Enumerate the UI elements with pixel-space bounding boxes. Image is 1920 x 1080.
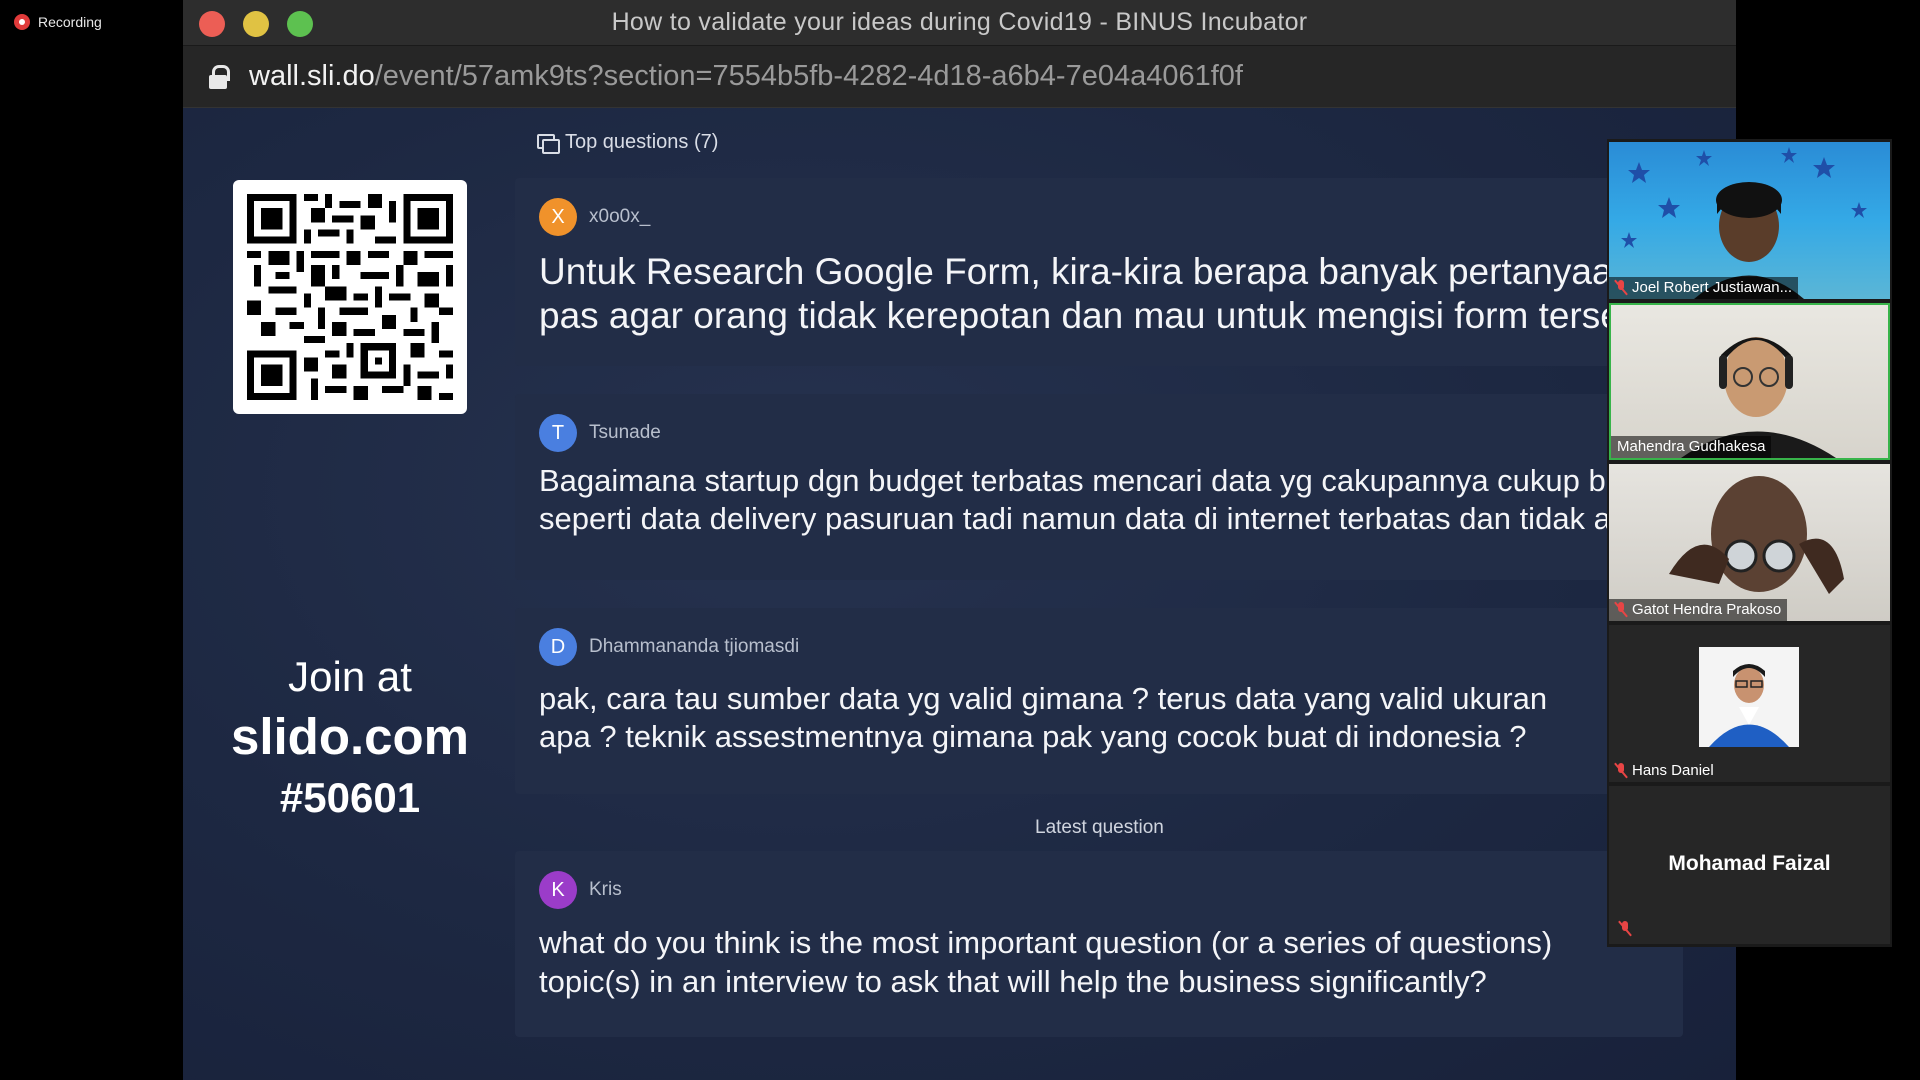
event-code: #50601 <box>279 774 421 821</box>
participant-name-label: Mahendra Gudhakesa <box>1611 436 1772 458</box>
question-line: what do you think is the most important … <box>539 925 1553 960</box>
question-card: X x0o0x_ Untuk Research Google Form, kir… <box>515 178 1705 366</box>
slido-wall: Join at slido.com #50601 Top questions (… <box>183 108 1736 1080</box>
question-card: D Dhammananda tjiomasdi pak, cara tau su… <box>515 608 1705 794</box>
mic-muted-icon <box>1615 280 1627 295</box>
latest-question-label: Latest question <box>1035 817 1164 838</box>
participant-panel: Joel Robert Justiawan... Mahendra Gudhak… <box>1607 139 1892 947</box>
question-text: what do you think is the most important … <box>539 923 1552 1001</box>
author-name: Tsunade <box>589 422 661 443</box>
avatar: T <box>539 414 577 452</box>
question-author: K Kris <box>539 871 622 909</box>
question-text: Bagaimana startup dgn budget terbatas me… <box>539 462 1623 538</box>
question-text: pak, cara tau sumber data yg valid giman… <box>539 680 1547 756</box>
maximize-window-button[interactable] <box>287 11 313 37</box>
url-host: wall.sli.do <box>249 60 375 92</box>
participant-name-label: Hans Daniel <box>1609 760 1720 782</box>
mic-muted-icon <box>1615 602 1627 617</box>
video-feed <box>1621 147 1867 299</box>
minimize-window-button[interactable] <box>243 11 269 37</box>
question-line: Untuk Research Google Form, kira-kira be… <box>539 251 1662 292</box>
question-author: T Tsunade <box>539 414 661 452</box>
question-author: D Dhammananda tjiomasdi <box>539 628 799 666</box>
question-author: X x0o0x_ <box>539 198 650 236</box>
latest-question-card: K Kris what do you think is the most imp… <box>515 851 1683 1037</box>
avatar: X <box>539 198 577 236</box>
join-instructions: Join at slido.com #50601 <box>203 653 497 822</box>
url-text[interactable]: wall.sli.do/event/57amk9ts?section=7554b… <box>249 60 1243 93</box>
participant-name: Hans Daniel <box>1632 762 1714 779</box>
participant-video-tile[interactable]: Gatot Hendra Prakoso <box>1609 464 1890 621</box>
participant-name-label: Joel Robert Justiawan... <box>1609 277 1799 299</box>
profile-picture <box>1699 647 1799 747</box>
participant-profile-tile[interactable]: Hans Daniel <box>1609 625 1890 782</box>
author-name: Kris <box>589 879 622 900</box>
top-questions-label: Top questions (7) <box>565 131 719 153</box>
participant-name: Joel Robert Justiawan... <box>1632 279 1793 296</box>
questions-icon <box>537 134 560 154</box>
mic-muted-icon <box>1619 921 1631 936</box>
qr-code <box>233 180 467 414</box>
participant-name-label: Gatot Hendra Prakoso <box>1609 599 1788 621</box>
recording-indicator[interactable]: Recording <box>14 14 102 30</box>
question-line: Bagaimana startup dgn budget terbatas me… <box>539 463 1624 498</box>
participant-video-tile-active-speaker[interactable]: Mahendra Gudhakesa <box>1609 303 1890 460</box>
record-icon <box>14 14 30 30</box>
question-line: pas agar orang tidak kerepotan dan mau u… <box>539 295 1662 336</box>
url-path: /event/57amk9ts?section=7554b5fb-4282-4d… <box>374 60 1243 92</box>
join-site: slido.com <box>230 708 470 765</box>
participant-name-tile[interactable]: Mohamad Faizal <box>1609 786 1890 944</box>
avatar: D <box>539 628 577 666</box>
address-bar[interactable]: wall.sli.do/event/57amk9ts?section=7554b… <box>183 46 1736 108</box>
avatar: K <box>539 871 577 909</box>
recording-label: Recording <box>38 14 102 30</box>
question-line: apa ? teknik assestmentnya gimana pak ya… <box>539 719 1527 754</box>
author-name: Dhammananda tjiomasdi <box>589 636 800 657</box>
video-feed <box>1669 476 1844 594</box>
window-title: How to validate your ideas during Covid1… <box>611 8 1308 36</box>
window-titlebar: How to validate your ideas during Covid1… <box>183 0 1736 46</box>
lock-icon <box>209 64 230 89</box>
join-at-label: Join at <box>288 653 412 700</box>
participant-name: Mohamad Faizal <box>1668 852 1831 875</box>
participant-name: Gatot Hendra Prakoso <box>1632 601 1782 618</box>
participant-name: Mahendra Gudhakesa <box>1617 438 1766 455</box>
qr-code-graphic <box>247 194 453 400</box>
top-questions-header: Top questions (7) <box>537 131 718 154</box>
participant-video-tile[interactable]: Joel Robert Justiawan... <box>1609 142 1890 299</box>
window-controls <box>199 11 313 37</box>
shared-browser-window: How to validate your ideas during Covid1… <box>183 0 1736 1080</box>
question-line: pak, cara tau sumber data yg valid giman… <box>539 681 1548 716</box>
question-line: topic(s) in an interview to ask that wil… <box>539 964 1487 999</box>
close-window-button[interactable] <box>199 11 225 37</box>
mic-muted-icon <box>1615 763 1627 778</box>
author-name: x0o0x_ <box>589 206 651 227</box>
question-card: T Tsunade Bagaimana startup dgn budget t… <box>515 394 1705 580</box>
question-text: Untuk Research Google Form, kira-kira be… <box>539 250 1662 338</box>
question-line: seperti data delivery pasuruan tadi namu… <box>539 501 1611 536</box>
